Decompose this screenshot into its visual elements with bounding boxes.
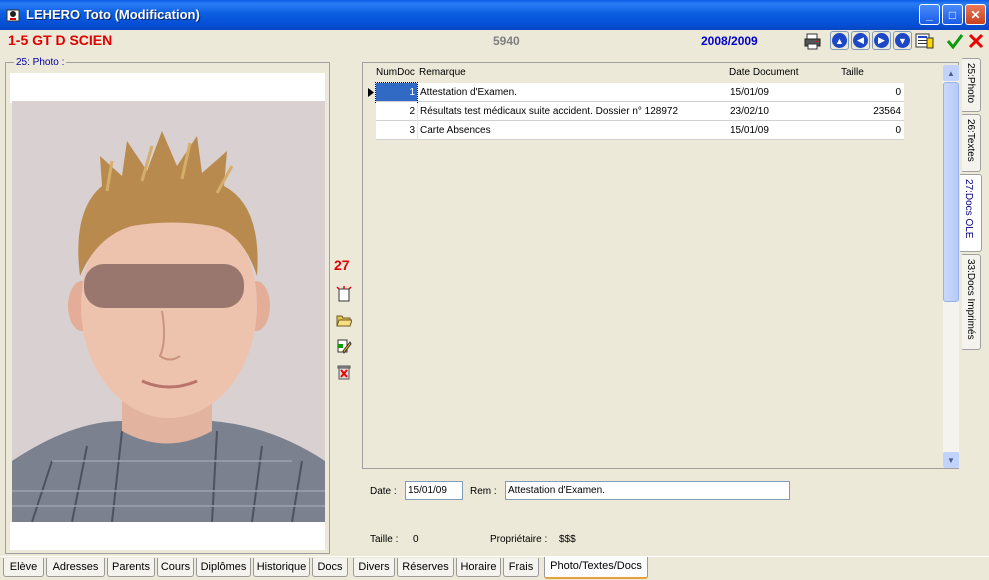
print-button[interactable] — [803, 31, 822, 50]
print-icon — [804, 33, 820, 49]
size-label: Taille : — [370, 534, 399, 545]
cell-size: 0 — [841, 83, 904, 102]
list-icon — [915, 33, 934, 48]
documents-grid: NumDoc Remarque Date Document Taille 1 A… — [362, 62, 959, 469]
tab-photo-label: 25:Photo — [965, 63, 976, 104]
cell-numdoc: 3 — [376, 121, 417, 140]
arrow-up-icon: ▲ — [832, 33, 847, 48]
cell-date: 15/01/09 — [729, 83, 841, 102]
new-doc-icon — [336, 286, 352, 302]
open-doc-button[interactable] — [336, 312, 353, 328]
delete-doc-button[interactable] — [336, 364, 352, 380]
bottom-tab-bar: Elève Adresses Parents Cours Diplômes Hi… — [0, 556, 989, 580]
column-header-date[interactable]: Date Document — [729, 67, 798, 78]
tab-adresses[interactable]: Adresses — [46, 558, 105, 577]
scroll-up-button[interactable]: ▲ — [943, 65, 959, 81]
cell-numdoc: 1 — [375, 82, 418, 103]
window-title: LEHERO Toto (Modification) — [26, 7, 200, 22]
remark-field[interactable]: Attestation d'Examen. — [505, 481, 790, 500]
column-header-remark[interactable]: Remarque — [419, 67, 466, 78]
scroll-down-button[interactable]: ▼ — [943, 452, 959, 468]
cell-date: 15/01/09 — [729, 121, 841, 140]
tab-docs[interactable]: Docs — [312, 558, 348, 577]
vertical-scrollbar[interactable]: ▲ ▼ — [943, 65, 959, 468]
date-label: Date : — [370, 486, 397, 497]
cell-size: 23564 — [841, 102, 904, 121]
cell-remark: Attestation d'Examen. — [418, 83, 729, 102]
tab-parents[interactable]: Parents — [107, 558, 155, 577]
photo-legend: 25: Photo : — [14, 57, 67, 68]
cell-size: 0 — [841, 121, 904, 140]
student-id-label: 5940 — [493, 34, 520, 48]
close-button[interactable]: ✕ — [965, 4, 986, 25]
toolbar: 1-5 GT D SCIEN 5940 2008/2009 ▲ ◀ ▶ ▼ — [0, 30, 989, 52]
cell-numdoc: 2 — [376, 102, 417, 121]
list-button[interactable] — [915, 31, 934, 50]
tab-photo[interactable]: 25:Photo — [962, 58, 981, 112]
cancel-icon — [968, 33, 983, 48]
table-row[interactable]: 3 Carte Absences 15/01/09 0 — [363, 121, 904, 140]
table-row[interactable]: 1 Attestation d'Examen. 15/01/09 0 — [363, 82, 904, 103]
tab-divers[interactable]: Divers — [353, 558, 395, 577]
title-bar: LEHERO Toto (Modification) _ □ ✕ — [0, 0, 989, 30]
tab-reserves[interactable]: Réserves — [397, 558, 454, 577]
tab-eleve[interactable]: Elève — [3, 558, 44, 577]
maximize-button[interactable]: □ — [942, 4, 963, 25]
photo-panel: 25: Photo : — [5, 57, 330, 554]
tab-texts[interactable]: 26:Textes — [962, 114, 981, 172]
tab-docs-ole-label: 27:Docs OLE — [963, 179, 974, 239]
cell-remark: Carte Absences — [418, 121, 729, 140]
current-row-indicator-icon — [368, 88, 374, 97]
cancel-button[interactable] — [966, 31, 985, 50]
chevron-up-icon: ▲ — [947, 68, 955, 78]
school-year-label: 2008/2009 — [701, 34, 758, 48]
owner-label: Propriétaire : — [490, 534, 548, 545]
arrow-right-icon: ▶ — [874, 33, 889, 48]
delete-doc-icon — [337, 365, 351, 380]
app-icon[interactable] — [5, 7, 21, 23]
arrow-left-icon: ◀ — [853, 33, 868, 48]
tab-texts-label: 26:Textes — [965, 119, 976, 162]
edit-doc-button[interactable] — [336, 338, 352, 354]
arrow-down-icon: ▼ — [895, 33, 910, 48]
student-photo[interactable] — [12, 101, 325, 522]
new-doc-button[interactable] — [336, 286, 352, 302]
tab-diplomes[interactable]: Diplômes — [196, 558, 251, 577]
tab-photo-texts-docs[interactable]: Photo/Textes/Docs — [544, 557, 648, 579]
portrait-image — [12, 101, 325, 522]
column-header-numdoc[interactable]: NumDoc — [376, 67, 415, 78]
tab-printed-docs[interactable]: 33:Docs Imprimés — [962, 254, 981, 350]
owner-value: $$$ — [559, 534, 576, 545]
checkmark-icon — [946, 33, 963, 49]
date-field[interactable]: 15/01/09 — [405, 481, 463, 500]
tab-cours[interactable]: Cours — [157, 558, 194, 577]
photo-header-area — [10, 73, 325, 103]
move-down-button[interactable]: ▼ — [893, 31, 912, 50]
cell-date: 23/02/10 — [729, 102, 841, 121]
chevron-down-icon: ▼ — [947, 455, 955, 465]
tab-historique[interactable]: Historique — [253, 558, 310, 577]
scroll-thumb[interactable] — [943, 82, 959, 302]
tab-frais[interactable]: Frais — [503, 558, 539, 577]
move-left-button[interactable]: ◀ — [851, 31, 870, 50]
document-count: 27 — [334, 257, 350, 273]
open-folder-icon — [336, 315, 353, 327]
column-header-size[interactable]: Taille — [841, 67, 864, 78]
edit-doc-icon — [337, 339, 352, 354]
table-row[interactable]: 2 Résultats test médicaux suite accident… — [363, 102, 904, 121]
move-right-button[interactable]: ▶ — [872, 31, 891, 50]
photo-footer-area — [10, 522, 325, 550]
tab-horaire[interactable]: Horaire — [456, 558, 501, 577]
size-value: 0 — [413, 534, 419, 545]
class-label: 1-5 GT D SCIEN — [8, 32, 113, 48]
minimize-button[interactable]: _ — [919, 4, 940, 25]
remark-label: Rem : — [470, 486, 497, 497]
tab-docs-ole[interactable]: 27:Docs OLE — [960, 174, 982, 252]
move-up-button[interactable]: ▲ — [830, 31, 849, 50]
tab-printed-docs-label: 33:Docs Imprimés — [965, 259, 976, 340]
confirm-button[interactable] — [945, 31, 964, 50]
cell-remark: Résultats test médicaux suite accident. … — [418, 102, 729, 121]
